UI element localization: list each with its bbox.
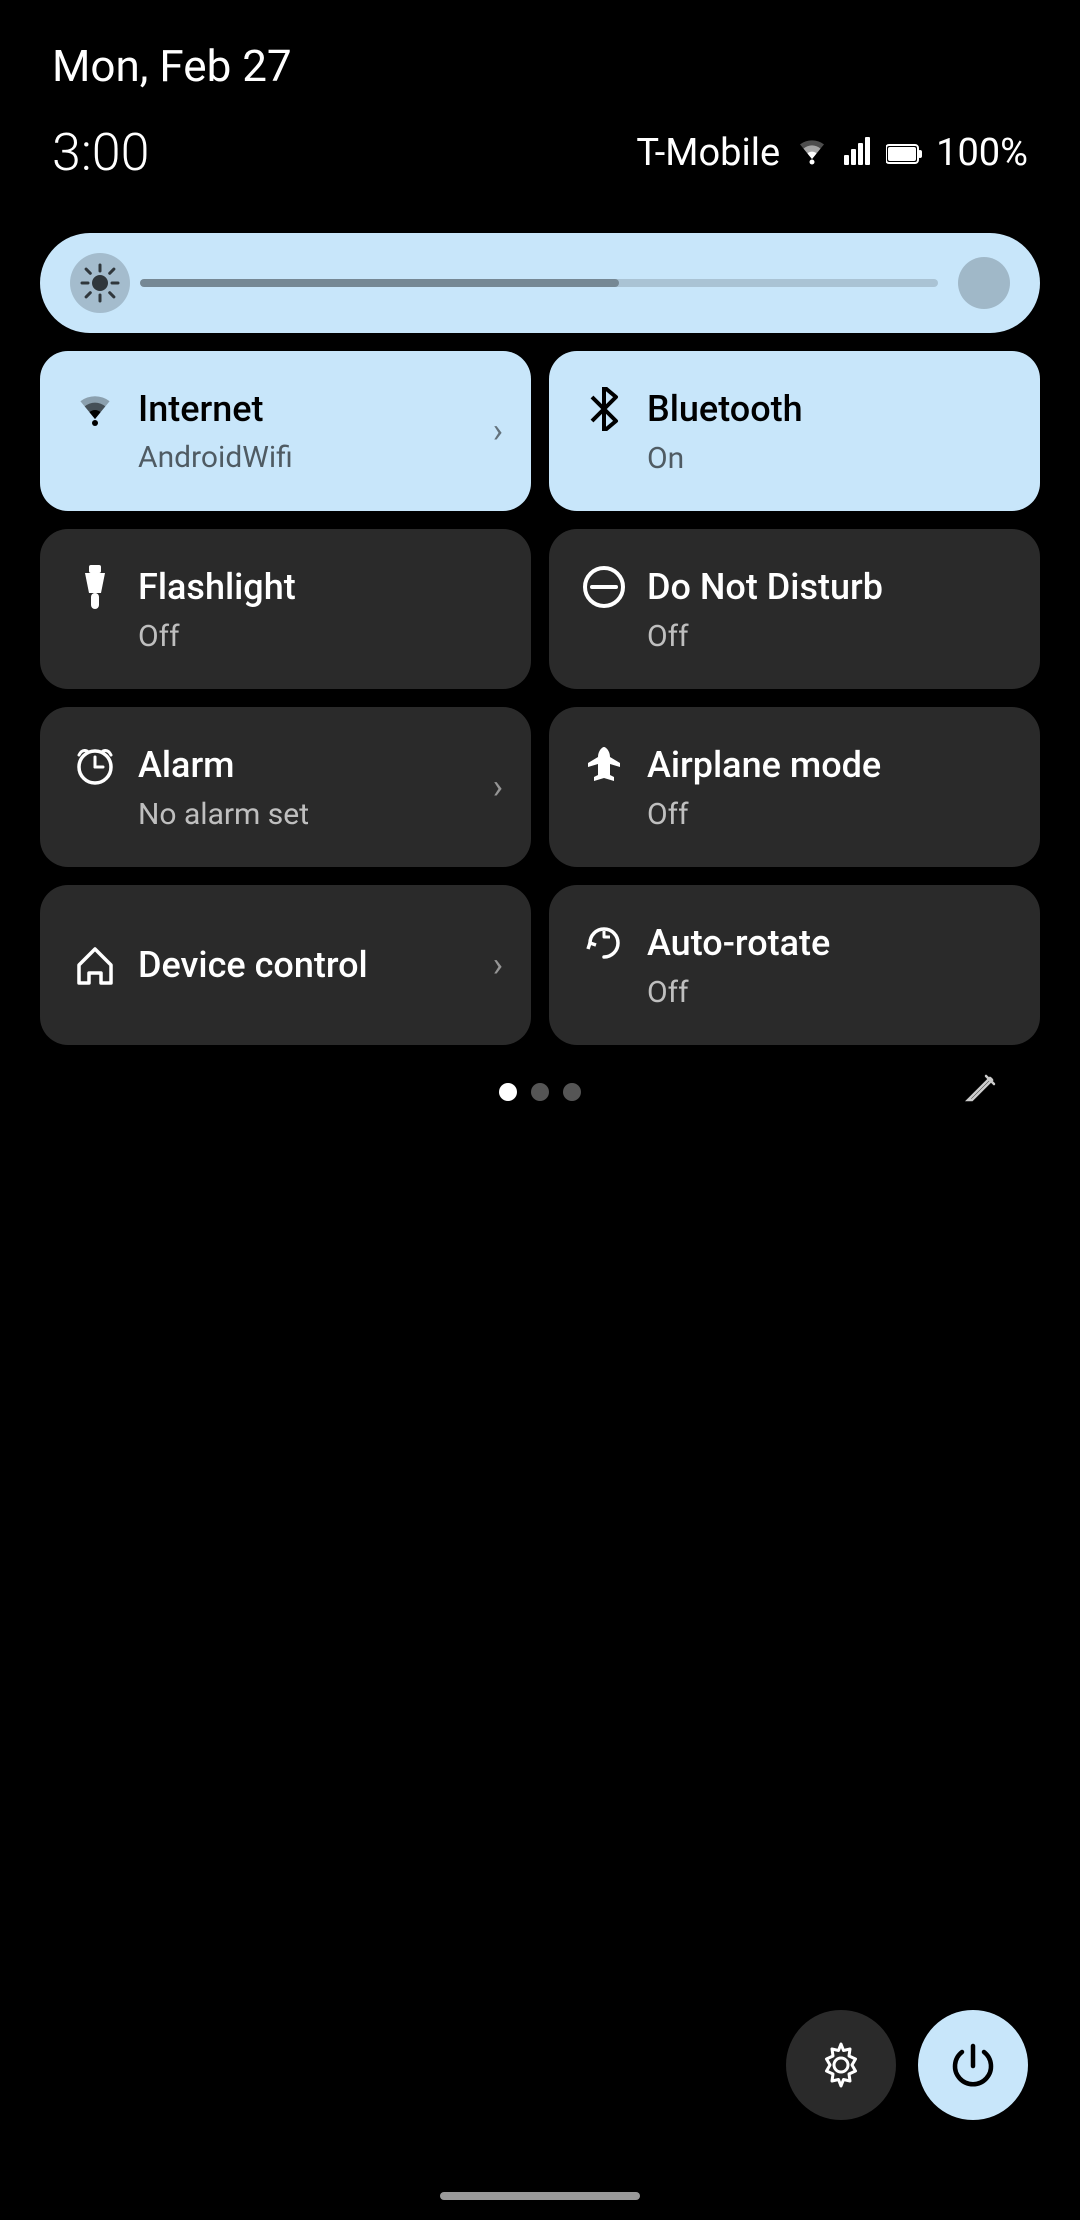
power-button[interactable] (918, 2010, 1028, 2120)
page-dot-1[interactable] (499, 1083, 517, 1101)
tile-bluetooth-header: Bluetooth (579, 387, 1010, 431)
brightness-bar[interactable] (40, 233, 1040, 333)
page-indicators (40, 1083, 1040, 1101)
brightness-handle[interactable] (958, 257, 1010, 309)
tile-internet[interactable]: Internet AndroidWifi › (40, 351, 531, 511)
tiles-row-4: Device control › Auto-rotate Off (40, 885, 1040, 1045)
status-bar: Mon, Feb 27 (0, 0, 1080, 112)
tile-device-control-title: Device control (138, 944, 368, 986)
brightness-icon (70, 253, 130, 313)
battery-icon (886, 131, 922, 175)
tile-dnd-title: Do Not Disturb (647, 566, 883, 608)
tile-alarm-subtitle: No alarm set (138, 797, 501, 832)
tile-bluetooth-title: Bluetooth (647, 388, 803, 430)
tile-flashlight-header: Flashlight (70, 565, 501, 609)
signal-icon (844, 131, 872, 175)
edit-button[interactable] (962, 1068, 1000, 1116)
rotate-icon (579, 921, 629, 965)
dnd-icon (579, 565, 629, 609)
tile-airplane-subtitle: Off (647, 797, 1010, 832)
tile-alarm-title: Alarm (138, 744, 235, 786)
tile-device-control-header: Device control (70, 943, 501, 987)
flashlight-icon (70, 565, 120, 609)
tile-bluetooth-subtitle: On (647, 441, 1010, 476)
tile-flashlight-subtitle: Off (138, 619, 501, 654)
tile-airplane[interactable]: Airplane mode Off (549, 707, 1040, 867)
bluetooth-icon (579, 387, 629, 431)
status-date: Mon, Feb 27 (52, 40, 292, 92)
tile-autorotate-header: Auto-rotate (579, 921, 1010, 965)
tile-internet-title: Internet (138, 388, 264, 430)
home-icon (70, 943, 120, 987)
home-indicator (440, 2192, 640, 2200)
tile-dnd[interactable]: Do Not Disturb Off (549, 529, 1040, 689)
quick-settings-panel: Internet AndroidWifi › Bluetooth On (0, 213, 1080, 1121)
airplane-icon (579, 743, 629, 787)
tile-airplane-header: Airplane mode (579, 743, 1010, 787)
brightness-track[interactable] (140, 279, 938, 287)
wifi-status-icon (794, 131, 830, 175)
settings-button[interactable] (786, 2010, 896, 2120)
tiles-row-2: Flashlight Off Do Not Disturb Off (40, 529, 1040, 689)
tile-flashlight[interactable]: Flashlight Off (40, 529, 531, 689)
tiles-row-1: Internet AndroidWifi › Bluetooth On (40, 351, 1040, 511)
tile-internet-subtitle: AndroidWifi (138, 440, 501, 475)
carrier-info: T-Mobile 1 (636, 131, 1028, 175)
tile-airplane-title: Airplane mode (647, 744, 881, 786)
tile-alarm-chevron: › (493, 767, 503, 807)
tile-flashlight-title: Flashlight (138, 566, 296, 608)
tile-autorotate[interactable]: Auto-rotate Off (549, 885, 1040, 1045)
time-carrier-row: 3:00 T-Mobile (0, 112, 1080, 213)
tile-autorotate-title: Auto-rotate (647, 922, 830, 964)
tile-dnd-header: Do Not Disturb (579, 565, 1010, 609)
status-time: 3:00 (52, 122, 149, 183)
tile-dnd-subtitle: Off (647, 619, 1010, 654)
tile-alarm[interactable]: Alarm No alarm set › (40, 707, 531, 867)
bottom-buttons (786, 2010, 1028, 2120)
alarm-icon (70, 743, 120, 787)
tile-autorotate-subtitle: Off (647, 975, 1010, 1010)
tile-alarm-header: Alarm (70, 743, 501, 787)
tile-device-control[interactable]: Device control › (40, 885, 531, 1045)
tile-internet-chevron: › (493, 411, 503, 451)
tiles-row-3: Alarm No alarm set › Airplane mode Off (40, 707, 1040, 867)
page-dot-3[interactable] (563, 1083, 581, 1101)
tile-bluetooth[interactable]: Bluetooth On (549, 351, 1040, 511)
carrier-name: T-Mobile (636, 131, 780, 175)
page-dot-2[interactable] (531, 1083, 549, 1101)
battery-percent: 100% (936, 131, 1028, 175)
tile-internet-header: Internet (70, 388, 501, 430)
wifi-icon (70, 391, 120, 427)
tile-device-control-chevron: › (493, 945, 503, 985)
